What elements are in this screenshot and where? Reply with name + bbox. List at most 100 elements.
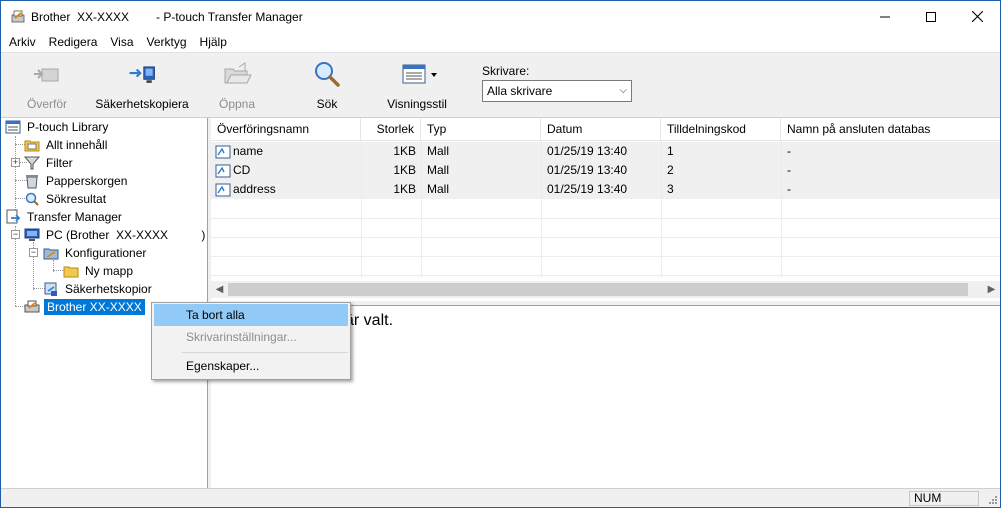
- chevron-down-icon: ⌵: [619, 85, 627, 96]
- context-item-properties[interactable]: Egenskaper...: [154, 355, 348, 377]
- cell-database: -: [787, 144, 791, 158]
- cell-size: 1KB: [393, 144, 416, 158]
- tree-label: Filter: [46, 156, 73, 170]
- context-item-printer-settings[interactable]: Skrivarinställningar...: [154, 326, 348, 348]
- scrollbar-thumb[interactable]: [228, 283, 968, 296]
- cell-name: address: [233, 182, 276, 196]
- resize-grip-icon[interactable]: [988, 495, 998, 505]
- menu-arkiv[interactable]: Arkiv: [1, 32, 42, 52]
- cell-date: 01/25/19 13:40: [547, 182, 628, 196]
- tree-line: [15, 136, 16, 216]
- tree-label: P-touch Library: [27, 120, 109, 134]
- cell-size: 1KB: [393, 163, 416, 177]
- grid-line: [211, 256, 1000, 257]
- status-bar: NUM: [1, 488, 1000, 507]
- cell-size: 1KB: [393, 182, 416, 196]
- menu-redigera[interactable]: Redigera: [42, 32, 104, 52]
- menu-verktyg[interactable]: Verktyg: [140, 32, 193, 52]
- app-printer-icon: [11, 10, 25, 23]
- collapse-icon[interactable]: −: [11, 230, 20, 239]
- transfer-manager-icon: [6, 209, 21, 224]
- transfer-icon: [34, 68, 59, 82]
- library-icon: [5, 120, 21, 134]
- template-icon: [215, 145, 231, 159]
- table-row[interactable]: CD 1KB Mall 01/25/19 13:40 2 -: [211, 161, 1000, 180]
- tree-item-configurations[interactable]: Konfigurationer: [43, 244, 148, 262]
- menu-hjalp[interactable]: Hjälp: [193, 32, 233, 52]
- tree-item-filter[interactable]: Filter: [24, 154, 75, 172]
- tree-item-new-folder[interactable]: Ny mapp: [63, 262, 135, 280]
- cell-type: Mall: [427, 163, 450, 177]
- configurations-folder-icon: [43, 248, 59, 260]
- context-menu: Ta bort alla Skrivarinställningar... Ege…: [151, 302, 351, 380]
- grid-line: [211, 275, 1000, 276]
- close-button[interactable]: [954, 1, 1000, 32]
- backups-icon: [44, 282, 57, 296]
- open-button[interactable]: Öppna: [214, 59, 260, 113]
- tree-item-ptouch-library[interactable]: P-touch Library: [5, 118, 110, 136]
- maximize-button[interactable]: [908, 1, 954, 32]
- printer-select[interactable]: Alla skrivare ⌵: [482, 80, 632, 102]
- grid-line: [541, 141, 542, 278]
- maximize-icon: [926, 11, 936, 22]
- menu-visa[interactable]: Visa: [103, 32, 139, 52]
- cell-code: 2: [667, 163, 674, 177]
- cell-code: 3: [667, 182, 674, 196]
- cell-type: Mall: [427, 182, 450, 196]
- column-header-date[interactable]: Datum: [541, 118, 661, 141]
- context-separator: [182, 352, 348, 353]
- cell-name: name: [233, 144, 264, 158]
- tree-item-pc[interactable]: PC (Brother XX-XXXX ): [24, 226, 207, 244]
- toolbar: Överför Säkerhetskopiera Öppna Sök Visni…: [1, 52, 1000, 118]
- horizontal-scrollbar[interactable]: ◀ ▶: [211, 281, 1000, 298]
- backup-label: Säkerhetskopiera: [95, 97, 189, 111]
- title-bar[interactable]: Brother XX-XXXX - P-touch Transfer Manag…: [1, 1, 1000, 32]
- search-button[interactable]: Sök: [309, 59, 345, 113]
- tree-item-all-contents[interactable]: Allt innehåll: [24, 136, 109, 154]
- cell-code: 1: [667, 144, 674, 158]
- tree-label: Allt innehåll: [46, 138, 108, 152]
- grid-line: [211, 218, 1000, 219]
- template-icon: [215, 183, 231, 197]
- grid-line: [361, 141, 362, 278]
- tree-item-backups[interactable]: Säkerhetskopior: [43, 280, 154, 298]
- backup-button[interactable]: Säkerhetskopiera: [95, 59, 189, 113]
- transfer-button[interactable]: Överför: [23, 59, 71, 113]
- column-header-code[interactable]: Tilldelningskod: [661, 118, 781, 141]
- list-header: Överföringsnamn Storlek Typ Datum Tillde…: [211, 118, 1000, 141]
- transfer-list[interactable]: Överföringsnamn Storlek Typ Datum Tillde…: [211, 118, 1000, 301]
- backup-icon: [129, 66, 155, 83]
- minimize-button[interactable]: [862, 1, 908, 32]
- tree-item-device[interactable]: Brother XX-XXXX: [24, 298, 145, 316]
- scroll-right-icon[interactable]: ▶: [983, 281, 1000, 298]
- cell-database: -: [787, 163, 791, 177]
- column-header-type[interactable]: Typ: [421, 118, 541, 141]
- tree-label: Papperskorgen: [46, 174, 128, 188]
- collapse-icon[interactable]: −: [29, 248, 38, 257]
- table-row[interactable]: address 1KB Mall 01/25/19 13:40 3 -: [211, 180, 1000, 199]
- grid-line: [781, 141, 782, 278]
- column-header-name[interactable]: Överföringsnamn: [211, 118, 361, 141]
- cell-date: 01/25/19 13:40: [547, 163, 628, 177]
- tree-item-transfer-manager[interactable]: Transfer Manager: [5, 208, 124, 226]
- table-row[interactable]: name 1KB Mall 01/25/19 13:40 1 -: [211, 142, 1000, 161]
- num-lock-indicator: NUM: [909, 491, 979, 506]
- close-icon: [971, 11, 983, 22]
- device-printer-icon: [24, 300, 40, 313]
- view-style-button[interactable]: Visningsstil: [383, 59, 451, 113]
- tree-item-trash[interactable]: Papperskorgen: [24, 172, 129, 190]
- grid-line: [661, 141, 662, 278]
- expand-icon[interactable]: +: [11, 158, 20, 167]
- menu-bar: Arkiv Redigera Visa Verktyg Hjälp: [1, 32, 1000, 52]
- tree-label: PC (Brother XX-XXXX ): [46, 228, 206, 242]
- context-item-delete-all[interactable]: Ta bort alla: [154, 304, 348, 326]
- tree-item-search-results[interactable]: Sökresultat: [24, 190, 108, 208]
- printer-select-value: Alla skrivare: [487, 84, 553, 98]
- trash-icon: [26, 175, 38, 189]
- tree-label: Säkerhetskopior: [65, 282, 152, 296]
- search-results-icon: [25, 192, 39, 206]
- scroll-left-icon[interactable]: ◀: [211, 281, 228, 298]
- open-label: Öppna: [218, 97, 256, 111]
- column-header-size[interactable]: Storlek: [361, 118, 421, 141]
- column-header-database[interactable]: Namn på ansluten databas: [781, 118, 1000, 141]
